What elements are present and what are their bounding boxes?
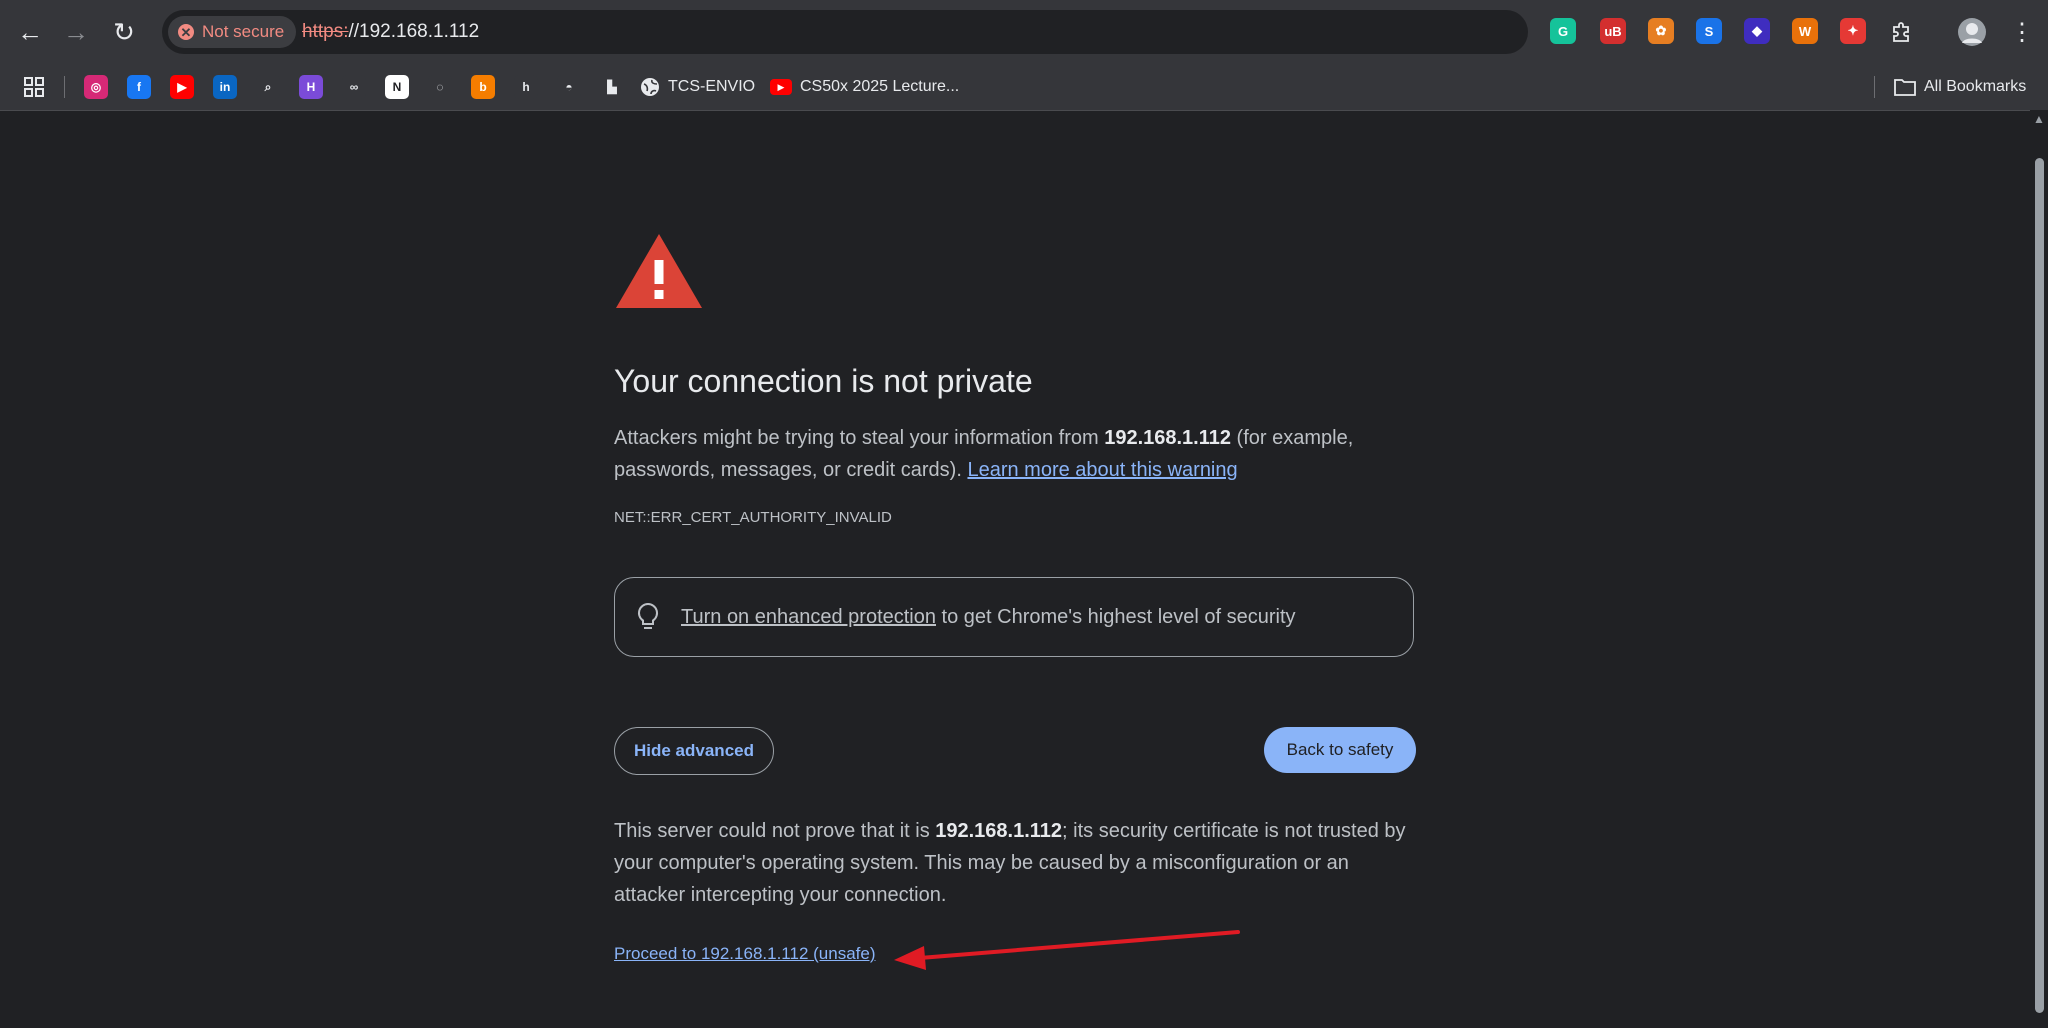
all-bookmarks-button[interactable]: All Bookmarks: [1894, 74, 2026, 100]
error-code: NET::ERR_CERT_AUTHORITY_INVALID: [614, 509, 892, 526]
bookmarks-separator: [64, 76, 65, 98]
main-message: Attackers might be trying to steal your …: [614, 422, 1416, 486]
all-bookmarks-label: All Bookmarks: [1924, 78, 2027, 95]
site-info-chip[interactable]: ✕ Not secure: [168, 16, 297, 48]
bookmark-red-ext-icon[interactable]: ◌: [428, 75, 452, 99]
menu-kebab-icon[interactable]: ⋮: [2004, 14, 2040, 50]
bookmark-h-app-icon[interactable]: H: [299, 75, 323, 99]
back-arrow-icon[interactable]: ←: [12, 14, 48, 50]
address-bar[interactable]: ✕ Not secure https://192.168.1.112 ☆: [162, 10, 1671, 54]
bookmark-instagram-icon[interactable]: ◎: [84, 75, 108, 99]
browser-toolbar: ← → ↻ ✕ Not secure https://192.168.1.112…: [0, 0, 2048, 64]
learn-more-link[interactable]: Learn more about this warning: [967, 459, 1237, 481]
forward-arrow-icon[interactable]: →: [58, 14, 94, 50]
bookmark-discord-icon[interactable]: ◓: [557, 75, 581, 99]
profile-avatar[interactable]: [1954, 14, 1990, 50]
not-secure-icon: ✕: [178, 24, 194, 40]
bookmarks-bar: ◎ f ▶ in ⌕ H ∞ N ◌ b h ◓ ▙ TCS-ENVIO ▶ CS50x 2025 Le…: [0, 64, 2048, 111]
bookmark-notion-icon[interactable]: N: [385, 75, 409, 99]
bookmark-search-icon[interactable]: ⌕: [256, 75, 280, 99]
bookmark-label: TCS-ENVIO: [668, 78, 756, 95]
pin-ext-extension-icon[interactable]: ✦: [1840, 18, 1866, 44]
lightbulb-icon: [637, 602, 659, 629]
enhanced-protection-link[interactable]: Turn on enhanced protection: [681, 606, 936, 628]
youtube-icon: ▶: [770, 79, 792, 95]
url-host: //192.168.1.112: [348, 21, 480, 42]
globe-icon: [641, 78, 659, 96]
back-to-safety-button[interactable]: Back to safety: [1264, 727, 1416, 773]
bookmark-linkedin-icon[interactable]: in: [213, 75, 237, 99]
reload-icon[interactable]: ↻: [106, 14, 142, 50]
hide-advanced-button[interactable]: Hide advanced: [614, 727, 774, 775]
bookmark-label: CS50x 2025 Lecture...: [800, 78, 960, 95]
url-text[interactable]: https://192.168.1.112: [302, 10, 479, 54]
bookmark-youtube-icon[interactable]: ▶: [170, 75, 194, 99]
s-ext-extension-icon[interactable]: S: [1696, 18, 1722, 44]
ep-rest: to get Chrome's highest level of securit…: [936, 606, 1296, 628]
details-message: This server could not prove that it is 1…: [614, 815, 1424, 911]
ublock-extension-icon[interactable]: uB: [1600, 18, 1626, 44]
red-annotation-arrow: [894, 930, 1240, 970]
extensions-puzzle-icon[interactable]: [1884, 14, 1920, 50]
grammarly-extension-icon[interactable]: G: [1550, 18, 1576, 44]
apps-grid-icon[interactable]: [22, 75, 46, 99]
diamond-extension-icon[interactable]: ◆: [1744, 18, 1770, 44]
bookmark-tcs-envio[interactable]: TCS-ENVIO: [640, 74, 755, 100]
bookmark-facebook-icon[interactable]: f: [127, 75, 151, 99]
warning-triangle-icon: [616, 234, 702, 308]
bookmark-hat-icon[interactable]: ▙: [600, 75, 624, 99]
url-scheme: https:: [302, 21, 349, 42]
folder-icon: [1894, 79, 1916, 96]
cookie-extension-icon[interactable]: ✿: [1648, 18, 1674, 44]
msg-prefix: Attackers might be trying to steal your …: [614, 427, 1105, 449]
bookmark-blogger-icon[interactable]: b: [471, 75, 495, 99]
page-title: Your connection is not private: [614, 363, 1033, 399]
details-host: 192.168.1.112: [935, 820, 1063, 842]
scroll-up-arrow-icon[interactable]: ▲: [2031, 112, 2047, 126]
bookmark-cs50[interactable]: ▶ CS50x 2025 Lecture...: [770, 74, 959, 100]
bookmarks-separator: [1874, 76, 1875, 98]
msg-host: 192.168.1.112: [1104, 427, 1231, 449]
bookmark-h-letter-icon[interactable]: h: [514, 75, 538, 99]
proceed-unsafe-link[interactable]: Proceed to 192.168.1.112 (unsafe): [614, 944, 875, 964]
scrollbar-thumb[interactable]: [2035, 158, 2044, 1013]
wappalyzer-extension-icon[interactable]: W: [1792, 18, 1818, 44]
enhanced-protection-promo: Turn on enhanced protection to get Chrom…: [614, 577, 1414, 657]
details-prefix: This server could not prove that it is: [614, 820, 936, 842]
bookmark-meta-icon[interactable]: ∞: [342, 75, 366, 99]
not-secure-label: Not secure: [202, 22, 285, 41]
enhanced-protection-text: Turn on enhanced protection to get Chrom…: [681, 578, 1296, 656]
